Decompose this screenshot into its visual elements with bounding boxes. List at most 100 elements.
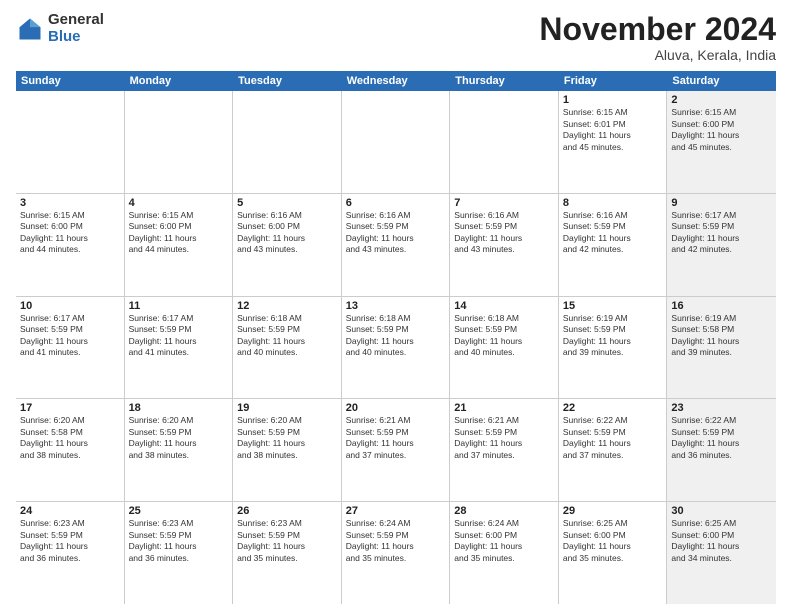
day-info: Sunrise: 6:17 AMSunset: 5:59 PMDaylight:…	[671, 210, 772, 256]
day-cell-4: 4Sunrise: 6:15 AMSunset: 6:00 PMDaylight…	[125, 194, 234, 296]
day-cell-27: 27Sunrise: 6:24 AMSunset: 5:59 PMDayligh…	[342, 502, 451, 604]
calendar-week-1: 1Sunrise: 6:15 AMSunset: 6:01 PMDaylight…	[16, 91, 776, 194]
calendar-body: 1Sunrise: 6:15 AMSunset: 6:01 PMDaylight…	[16, 91, 776, 604]
day-cell-18: 18Sunrise: 6:20 AMSunset: 5:59 PMDayligh…	[125, 399, 234, 501]
calendar-header: SundayMondayTuesdayWednesdayThursdayFrid…	[16, 71, 776, 91]
day-info: Sunrise: 6:17 AMSunset: 5:59 PMDaylight:…	[20, 313, 120, 359]
calendar-week-3: 10Sunrise: 6:17 AMSunset: 5:59 PMDayligh…	[16, 297, 776, 400]
day-info: Sunrise: 6:19 AMSunset: 5:58 PMDaylight:…	[671, 313, 772, 359]
day-cell-14: 14Sunrise: 6:18 AMSunset: 5:59 PMDayligh…	[450, 297, 559, 399]
day-cell-2: 2Sunrise: 6:15 AMSunset: 6:00 PMDaylight…	[667, 91, 776, 193]
day-info: Sunrise: 6:21 AMSunset: 5:59 PMDaylight:…	[346, 415, 446, 461]
day-cell-15: 15Sunrise: 6:19 AMSunset: 5:59 PMDayligh…	[559, 297, 668, 399]
day-number: 28	[454, 505, 554, 517]
header-day-monday: Monday	[125, 71, 234, 91]
day-number: 17	[20, 402, 120, 414]
day-number: 26	[237, 505, 337, 517]
day-number: 18	[129, 402, 229, 414]
location: Aluva, Kerala, India	[539, 47, 776, 63]
day-info: Sunrise: 6:24 AMSunset: 6:00 PMDaylight:…	[454, 518, 554, 564]
day-cell-3: 3Sunrise: 6:15 AMSunset: 6:00 PMDaylight…	[16, 194, 125, 296]
day-number: 7	[454, 197, 554, 209]
day-cell-28: 28Sunrise: 6:24 AMSunset: 6:00 PMDayligh…	[450, 502, 559, 604]
logo-icon	[16, 15, 44, 43]
day-cell-30: 30Sunrise: 6:25 AMSunset: 6:00 PMDayligh…	[667, 502, 776, 604]
day-number: 12	[237, 300, 337, 312]
day-cell-7: 7Sunrise: 6:16 AMSunset: 5:59 PMDaylight…	[450, 194, 559, 296]
day-number: 5	[237, 197, 337, 209]
calendar-week-2: 3Sunrise: 6:15 AMSunset: 6:00 PMDaylight…	[16, 194, 776, 297]
day-info: Sunrise: 6:20 AMSunset: 5:58 PMDaylight:…	[20, 415, 120, 461]
day-number: 9	[671, 197, 772, 209]
day-info: Sunrise: 6:16 AMSunset: 5:59 PMDaylight:…	[454, 210, 554, 256]
day-cell-17: 17Sunrise: 6:20 AMSunset: 5:58 PMDayligh…	[16, 399, 125, 501]
day-info: Sunrise: 6:20 AMSunset: 5:59 PMDaylight:…	[129, 415, 229, 461]
day-cell-13: 13Sunrise: 6:18 AMSunset: 5:59 PMDayligh…	[342, 297, 451, 399]
day-number: 27	[346, 505, 446, 517]
header-day-friday: Friday	[559, 71, 668, 91]
day-number: 4	[129, 197, 229, 209]
header-day-thursday: Thursday	[450, 71, 559, 91]
day-cell-24: 24Sunrise: 6:23 AMSunset: 5:59 PMDayligh…	[16, 502, 125, 604]
day-info: Sunrise: 6:25 AMSunset: 6:00 PMDaylight:…	[671, 518, 772, 564]
calendar: SundayMondayTuesdayWednesdayThursdayFrid…	[16, 71, 776, 604]
day-cell-26: 26Sunrise: 6:23 AMSunset: 5:59 PMDayligh…	[233, 502, 342, 604]
day-info: Sunrise: 6:16 AMSunset: 6:00 PMDaylight:…	[237, 210, 337, 256]
day-cell-21: 21Sunrise: 6:21 AMSunset: 5:59 PMDayligh…	[450, 399, 559, 501]
day-cell-5: 5Sunrise: 6:16 AMSunset: 6:00 PMDaylight…	[233, 194, 342, 296]
day-number: 2	[671, 94, 772, 106]
day-number: 14	[454, 300, 554, 312]
logo: General Blue	[16, 12, 104, 45]
day-info: Sunrise: 6:15 AMSunset: 6:00 PMDaylight:…	[671, 107, 772, 153]
day-number: 29	[563, 505, 663, 517]
empty-cell	[233, 91, 342, 193]
header-day-wednesday: Wednesday	[342, 71, 451, 91]
header-day-tuesday: Tuesday	[233, 71, 342, 91]
day-number: 11	[129, 300, 229, 312]
day-number: 30	[671, 505, 772, 517]
day-number: 6	[346, 197, 446, 209]
day-number: 1	[563, 94, 663, 106]
page: General Blue November 2024 Aluva, Kerala…	[0, 0, 792, 612]
day-info: Sunrise: 6:20 AMSunset: 5:59 PMDaylight:…	[237, 415, 337, 461]
day-info: Sunrise: 6:25 AMSunset: 6:00 PMDaylight:…	[563, 518, 663, 564]
day-number: 3	[20, 197, 120, 209]
day-number: 19	[237, 402, 337, 414]
header: General Blue November 2024 Aluva, Kerala…	[16, 12, 776, 63]
day-info: Sunrise: 6:18 AMSunset: 5:59 PMDaylight:…	[237, 313, 337, 359]
day-number: 24	[20, 505, 120, 517]
day-number: 15	[563, 300, 663, 312]
day-info: Sunrise: 6:22 AMSunset: 5:59 PMDaylight:…	[671, 415, 772, 461]
day-cell-25: 25Sunrise: 6:23 AMSunset: 5:59 PMDayligh…	[125, 502, 234, 604]
header-day-saturday: Saturday	[667, 71, 776, 91]
day-number: 13	[346, 300, 446, 312]
day-cell-16: 16Sunrise: 6:19 AMSunset: 5:58 PMDayligh…	[667, 297, 776, 399]
day-cell-23: 23Sunrise: 6:22 AMSunset: 5:59 PMDayligh…	[667, 399, 776, 501]
day-cell-11: 11Sunrise: 6:17 AMSunset: 5:59 PMDayligh…	[125, 297, 234, 399]
day-info: Sunrise: 6:18 AMSunset: 5:59 PMDaylight:…	[454, 313, 554, 359]
day-number: 20	[346, 402, 446, 414]
logo-general: General	[48, 12, 104, 29]
day-info: Sunrise: 6:21 AMSunset: 5:59 PMDaylight:…	[454, 415, 554, 461]
day-cell-6: 6Sunrise: 6:16 AMSunset: 5:59 PMDaylight…	[342, 194, 451, 296]
logo-blue: Blue	[48, 29, 104, 46]
day-info: Sunrise: 6:16 AMSunset: 5:59 PMDaylight:…	[563, 210, 663, 256]
day-number: 16	[671, 300, 772, 312]
day-info: Sunrise: 6:18 AMSunset: 5:59 PMDaylight:…	[346, 313, 446, 359]
day-info: Sunrise: 6:23 AMSunset: 5:59 PMDaylight:…	[20, 518, 120, 564]
empty-cell	[342, 91, 451, 193]
day-number: 22	[563, 402, 663, 414]
day-number: 23	[671, 402, 772, 414]
empty-cell	[450, 91, 559, 193]
day-number: 8	[563, 197, 663, 209]
day-info: Sunrise: 6:22 AMSunset: 5:59 PMDaylight:…	[563, 415, 663, 461]
day-info: Sunrise: 6:19 AMSunset: 5:59 PMDaylight:…	[563, 313, 663, 359]
calendar-week-4: 17Sunrise: 6:20 AMSunset: 5:58 PMDayligh…	[16, 399, 776, 502]
day-number: 21	[454, 402, 554, 414]
day-cell-8: 8Sunrise: 6:16 AMSunset: 5:59 PMDaylight…	[559, 194, 668, 296]
day-info: Sunrise: 6:16 AMSunset: 5:59 PMDaylight:…	[346, 210, 446, 256]
day-info: Sunrise: 6:15 AMSunset: 6:00 PMDaylight:…	[20, 210, 120, 256]
day-cell-9: 9Sunrise: 6:17 AMSunset: 5:59 PMDaylight…	[667, 194, 776, 296]
day-info: Sunrise: 6:15 AMSunset: 6:00 PMDaylight:…	[129, 210, 229, 256]
day-cell-20: 20Sunrise: 6:21 AMSunset: 5:59 PMDayligh…	[342, 399, 451, 501]
